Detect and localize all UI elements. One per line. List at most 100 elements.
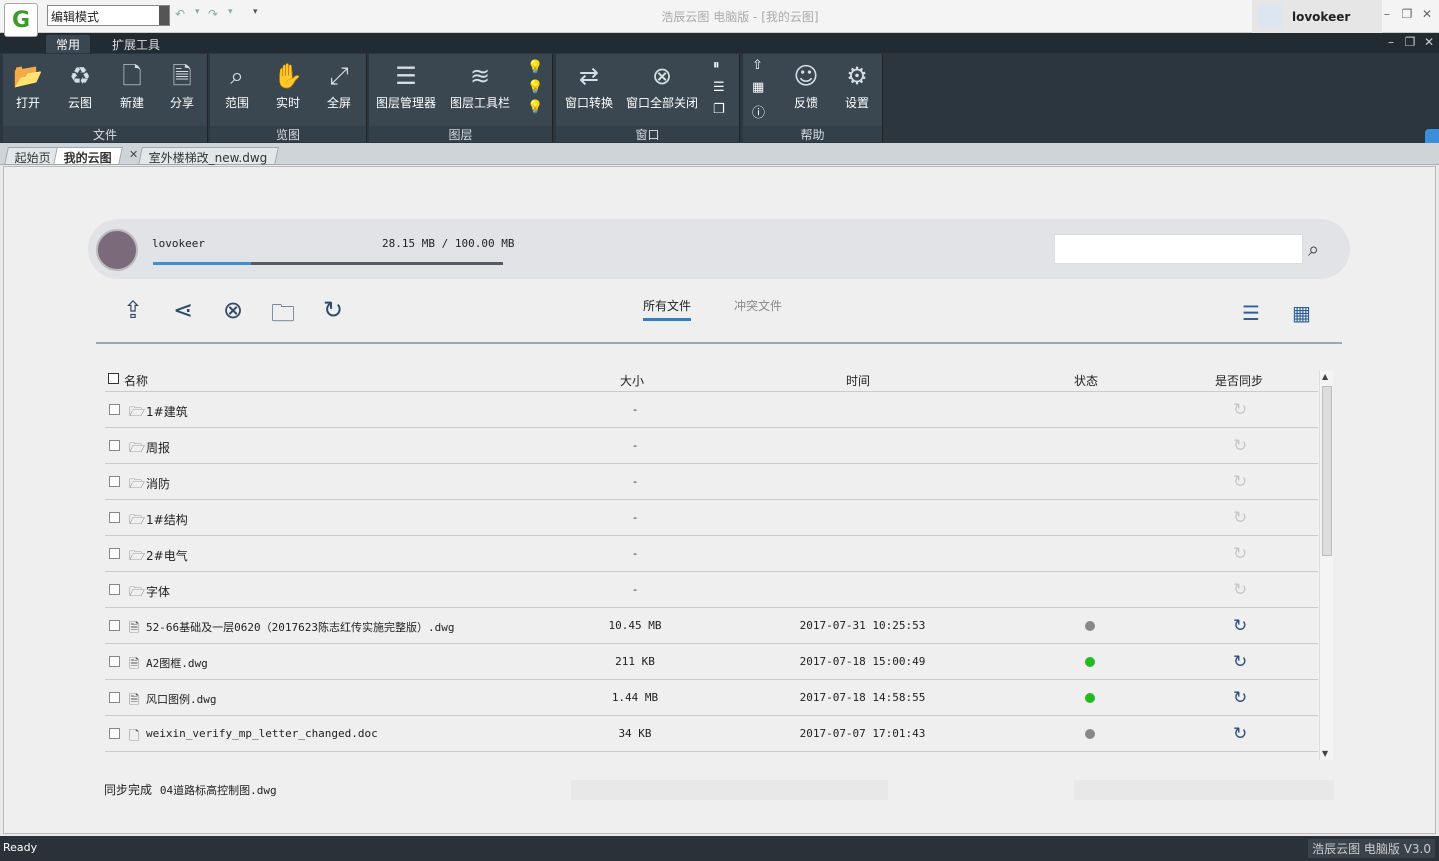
cascade-icon[interactable]: ❐ xyxy=(713,102,725,117)
new-folder-icon[interactable]: 🗀 xyxy=(267,296,299,337)
table-row[interactable]: 🗎 52-66基础及一层0620（2017623陈志红传实施完整版）.dwg 10.… xyxy=(105,608,1318,644)
restore-button[interactable]: ❐ xyxy=(1400,7,1414,21)
scrollbar[interactable]: ▲ ▼ xyxy=(1319,370,1333,760)
mode-select[interactable]: 编辑模式 xyxy=(47,5,170,26)
refresh-icon[interactable]: ↻ xyxy=(317,296,349,324)
tab-common[interactable]: 常用 xyxy=(46,35,91,53)
table-row[interactable]: 🗁 字体 - ↻ xyxy=(105,572,1318,608)
col-time[interactable]: 时间 xyxy=(846,372,870,389)
close-all-windows-button[interactable]: ⊗ 窗口全部关闭 xyxy=(622,58,702,111)
sync-icon[interactable]: ↻ xyxy=(1233,472,1247,492)
bulb-off-icon[interactable]: 💡 xyxy=(527,60,543,75)
tab-extensions[interactable]: 扩展工具 xyxy=(102,35,170,53)
tab-my-cloud[interactable]: 我的云图 xyxy=(53,147,123,165)
tile-horizontal-icon[interactable]: ☰ xyxy=(713,80,725,95)
scroll-thumb[interactable] xyxy=(1322,386,1332,556)
row-checkbox[interactable] xyxy=(109,656,120,667)
file-name[interactable]: 1#结构 xyxy=(146,511,188,528)
scroll-up-icon[interactable]: ▲ xyxy=(1322,372,1328,381)
tile-vertical-icon[interactable]: ⏸ xyxy=(713,58,720,73)
row-checkbox[interactable] xyxy=(109,476,120,487)
table-row[interactable]: 🗁 2#电气 - ↻ xyxy=(105,536,1318,572)
sync-icon[interactable]: ↻ xyxy=(1233,544,1247,564)
file-name[interactable]: 52-66基础及一层0620（2017623陈志红传实施完整版）.dwg xyxy=(146,619,454,635)
bulb-on-icon[interactable]: 💡 xyxy=(527,100,543,115)
row-checkbox[interactable] xyxy=(109,620,120,631)
table-row[interactable]: 🗁 1#结构 - ↻ xyxy=(105,500,1318,536)
file-name[interactable]: 字体 xyxy=(146,583,170,600)
layer-manager-button[interactable]: ☰ 图层管理器 xyxy=(373,58,439,111)
share-icon[interactable]: ⋖ xyxy=(167,296,199,324)
customize-toolbar-icon[interactable]: ▾ xyxy=(253,7,258,17)
redo-icon[interactable]: ↷ xyxy=(208,7,218,21)
file-name[interactable]: 2#电气 xyxy=(146,547,188,564)
cloud-button[interactable]: ♻ 云图 xyxy=(55,58,105,111)
file-name[interactable]: 消防 xyxy=(146,475,170,492)
col-name[interactable]: 名称 xyxy=(124,372,148,389)
row-checkbox[interactable] xyxy=(109,404,120,415)
sync-icon[interactable]: ↻ xyxy=(1233,508,1247,528)
table-row[interactable]: 🗁 1#建筑 - ↻ xyxy=(105,392,1318,428)
table-row[interactable]: 🗁 周报 - ↻ xyxy=(105,428,1318,464)
scroll-down-icon[interactable]: ▼ xyxy=(1322,749,1328,758)
doc-minimize-button[interactable]: – xyxy=(1384,35,1398,49)
row-checkbox[interactable] xyxy=(109,728,120,739)
upload-icon[interactable]: ⇪ xyxy=(117,296,149,324)
grid-view-icon[interactable]: ▦ xyxy=(1292,301,1311,325)
row-checkbox[interactable] xyxy=(109,512,120,523)
sync-icon[interactable]: ↻ xyxy=(1233,616,1247,636)
redo-dropdown-icon[interactable]: ▾ xyxy=(228,7,233,17)
table-row[interactable]: 🗋 weixin_verify_mp_letter_changed.doc 34 K… xyxy=(105,716,1318,752)
open-button[interactable]: 📂 打开 xyxy=(3,58,53,111)
upgrade-icon[interactable]: ⇧ xyxy=(752,58,763,73)
feedback-button[interactable]: ☺ 反馈 xyxy=(781,58,831,111)
doc-restore-button[interactable]: ❐ xyxy=(1403,35,1417,49)
settings-button[interactable]: ⚙ 设置 xyxy=(832,58,882,111)
sync-icon[interactable]: ↻ xyxy=(1233,400,1247,420)
fullscreen-button[interactable]: ⤢ 全屏 xyxy=(314,58,364,111)
layer-toolbar-button[interactable]: ≋ 图层工具栏 xyxy=(445,58,515,111)
avatar[interactable] xyxy=(96,229,138,271)
tab-close-icon[interactable]: ✕ xyxy=(129,148,138,161)
apps-icon[interactable]: ▦ xyxy=(752,80,764,95)
col-status[interactable]: 状态 xyxy=(1074,372,1098,389)
mode-dropdown-arrow[interactable] xyxy=(159,6,169,25)
sync-icon[interactable]: ↻ xyxy=(1233,652,1247,672)
file-name[interactable]: 风口图例.dwg xyxy=(146,691,217,707)
info-icon[interactable]: ⓘ xyxy=(752,102,765,121)
file-name[interactable]: 1#建筑 xyxy=(146,403,188,420)
row-checkbox[interactable] xyxy=(109,548,120,559)
new-button[interactable]: 🗋 新建 xyxy=(107,58,157,111)
row-checkbox[interactable] xyxy=(109,584,120,595)
minimize-button[interactable]: – xyxy=(1380,7,1394,21)
col-sync[interactable]: 是否同步 xyxy=(1215,372,1263,389)
tab-conflict-files[interactable]: 冲突文件 xyxy=(734,297,782,314)
delete-icon[interactable]: ⊗ xyxy=(217,296,249,324)
row-checkbox[interactable] xyxy=(109,692,120,703)
list-view-icon[interactable]: ☰ xyxy=(1242,301,1260,325)
range-button[interactable]: ⌕ 范围 xyxy=(212,58,262,111)
user-box[interactable]: lovokeer xyxy=(1252,0,1382,33)
undo-icon[interactable]: ↶ xyxy=(175,7,185,21)
sync-icon[interactable]: ↻ xyxy=(1233,724,1247,744)
close-button[interactable]: ✕ xyxy=(1420,7,1434,21)
share-button[interactable]: 🗎 分享 xyxy=(157,58,207,111)
tab-dwg-file[interactable]: 室外楼梯改_new.dwg xyxy=(138,147,279,165)
row-checkbox[interactable] xyxy=(109,440,120,451)
sync-icon[interactable]: ↻ xyxy=(1233,688,1247,708)
table-row[interactable]: 🗁 消防 - ↻ xyxy=(105,464,1318,500)
search-input[interactable] xyxy=(1054,234,1303,264)
file-name[interactable]: weixin_verify_mp_letter_changed.doc xyxy=(146,727,378,740)
sync-icon[interactable]: ↻ xyxy=(1233,436,1247,456)
table-row[interactable]: 🗎 风口图例.dwg 1.44 MB 2017-07-18 14:58:55 ↻ xyxy=(105,680,1318,716)
search-icon[interactable]: ⌕ xyxy=(1308,237,1319,261)
sync-icon[interactable]: ↻ xyxy=(1233,580,1247,600)
col-size[interactable]: 大小 xyxy=(620,372,644,389)
undo-dropdown-icon[interactable]: ▾ xyxy=(195,7,200,17)
app-logo[interactable]: G xyxy=(4,3,38,37)
table-row[interactable]: 🗎 A2图框.dwg 211 KB 2017-07-18 15:00:49 ↻ xyxy=(105,644,1318,680)
tab-all-files[interactable]: 所有文件 xyxy=(643,297,692,321)
window-switch-button[interactable]: ⇄ 窗口转换 xyxy=(560,58,618,111)
file-name[interactable]: 周报 xyxy=(146,439,170,456)
file-name[interactable]: A2图框.dwg xyxy=(146,655,208,671)
